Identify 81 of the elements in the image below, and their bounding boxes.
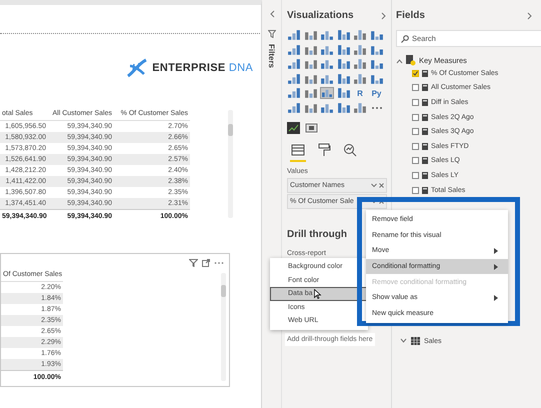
cursor-icon: [314, 288, 322, 299]
chart-type-icon[interactable]: [353, 29, 367, 41]
table-icon: [411, 337, 420, 346]
chart-type-icon[interactable]: [320, 102, 334, 114]
chevron-right-icon[interactable]: [527, 12, 533, 20]
submenu-arrow-icon: [494, 248, 498, 254]
chart-type-icon[interactable]: [304, 72, 318, 84]
chart-type-icon[interactable]: [370, 58, 384, 70]
chart-type-icon[interactable]: [336, 102, 350, 114]
visual-type-button[interactable]: R: [353, 87, 367, 99]
calculator-icon: [422, 186, 428, 194]
calculator-icon: [406, 55, 416, 66]
chart-type-icon[interactable]: [370, 29, 384, 41]
filter-icon[interactable]: [189, 259, 198, 267]
chart-type-icon[interactable]: [287, 72, 301, 84]
calculator-icon: [422, 128, 428, 136]
dna-logo-icon: [126, 58, 148, 78]
search-icon: [401, 35, 409, 43]
chart-type-icon[interactable]: [353, 58, 367, 70]
chart-type-icon[interactable]: [320, 72, 334, 84]
calculator-icon: [422, 84, 428, 92]
calculator-icon: [422, 172, 428, 179]
focus-mode-icon[interactable]: [202, 259, 210, 267]
chart-type-icon[interactable]: [353, 102, 367, 114]
checkbox[interactable]: [412, 142, 419, 150]
submenu-arrow-icon: [494, 264, 498, 270]
chart-type-icon[interactable]: [336, 58, 350, 70]
chevron-left-icon[interactable]: [268, 10, 274, 18]
scrollbar[interactable]: [228, 110, 233, 218]
chart-type-icon[interactable]: [304, 44, 318, 56]
pane-title: Fields: [396, 10, 425, 21]
section-title: Drill through: [287, 228, 347, 240]
chart-type-icon[interactable]: [320, 58, 334, 70]
checkbox[interactable]: [412, 70, 419, 77]
line-chart-icon[interactable]: [287, 122, 300, 134]
pane-title: Visualizations: [287, 10, 354, 21]
chart-type-icon[interactable]: [370, 72, 384, 84]
checkbox[interactable]: [412, 114, 419, 121]
checkbox[interactable]: [412, 157, 419, 164]
chart-type-icon[interactable]: [304, 87, 318, 99]
calculator-icon: [422, 142, 428, 150]
chart-type-icon[interactable]: [336, 29, 350, 41]
chevron-up-icon[interactable]: [396, 58, 403, 64]
checkbox[interactable]: [412, 186, 419, 194]
checkbox[interactable]: [412, 128, 419, 136]
filter-icon: [268, 30, 276, 38]
chart-type-icon[interactable]: [287, 44, 301, 56]
chart-type-icon[interactable]: [336, 72, 350, 84]
logo-text: ENTERPRISE DNA: [152, 62, 253, 74]
chart-type-icon[interactable]: [320, 87, 334, 99]
chart-type-icon[interactable]: [287, 29, 301, 41]
checkbox[interactable]: [412, 172, 419, 179]
chart-type-icon[interactable]: [304, 102, 318, 114]
calculator-icon: [422, 157, 428, 164]
close-icon[interactable]: [379, 182, 384, 188]
calculator-icon: [422, 98, 428, 106]
chart-type-icon[interactable]: [353, 44, 367, 56]
scrollbar[interactable]: [221, 273, 226, 381]
checkbox[interactable]: [412, 98, 419, 106]
checkbox[interactable]: [412, 84, 419, 92]
chart-type-icon[interactable]: [336, 87, 350, 99]
chevron-down-icon[interactable]: [400, 338, 407, 344]
filters-pane-title[interactable]: Filters: [267, 44, 276, 68]
visual-type-button[interactable]: Py: [370, 87, 384, 99]
chart-type-icon[interactable]: [287, 102, 301, 114]
chart-type-icon[interactable]: [320, 29, 334, 41]
chart-type-icon[interactable]: [304, 58, 318, 70]
chart-type-icon[interactable]: [370, 44, 384, 56]
card-icon[interactable]: [305, 122, 318, 134]
calculator-icon: [422, 114, 428, 121]
chart-type-icon[interactable]: [336, 44, 350, 56]
pane-tab[interactable]: [290, 142, 306, 162]
submenu-arrow-icon: [494, 294, 498, 301]
chart-type-icon[interactable]: [353, 72, 367, 84]
chart-type-icon[interactable]: [287, 58, 301, 70]
chevron-right-icon[interactable]: [381, 12, 387, 20]
calculator-icon: [422, 70, 428, 77]
chart-type-icon[interactable]: [304, 29, 318, 41]
chart-type-icon[interactable]: [320, 44, 334, 56]
chevron-down-icon[interactable]: [371, 182, 377, 188]
chart-type-icon[interactable]: [287, 87, 301, 99]
